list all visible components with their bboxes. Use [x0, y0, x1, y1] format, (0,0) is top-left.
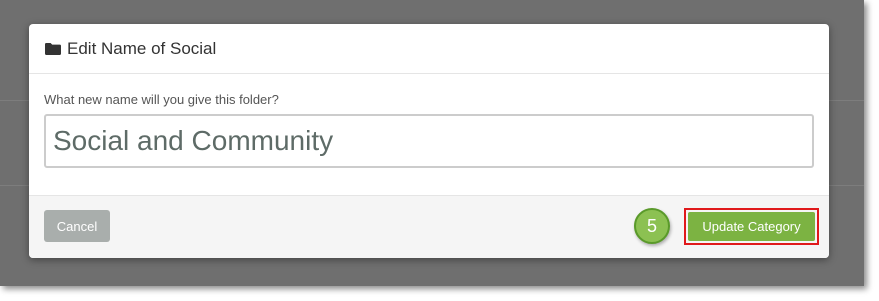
dialog-body: What new name will you give this folder? [29, 74, 829, 196]
update-category-button[interactable]: Update Category [688, 212, 815, 241]
dialog-title: Edit Name of Social [67, 38, 217, 58]
dialog-footer: Cancel 5 Update Category [29, 195, 829, 258]
cancel-button[interactable]: Cancel [44, 210, 110, 242]
step-badge: 5 [634, 208, 670, 244]
update-button-highlight: Update Category [684, 208, 819, 245]
folder-icon [45, 42, 61, 55]
folder-name-label: What new name will you give this folder? [44, 92, 279, 107]
edit-name-dialog: Edit Name of Social What new name will y… [29, 24, 829, 258]
folder-name-input[interactable] [44, 114, 814, 168]
dialog-header: Edit Name of Social [29, 24, 829, 74]
